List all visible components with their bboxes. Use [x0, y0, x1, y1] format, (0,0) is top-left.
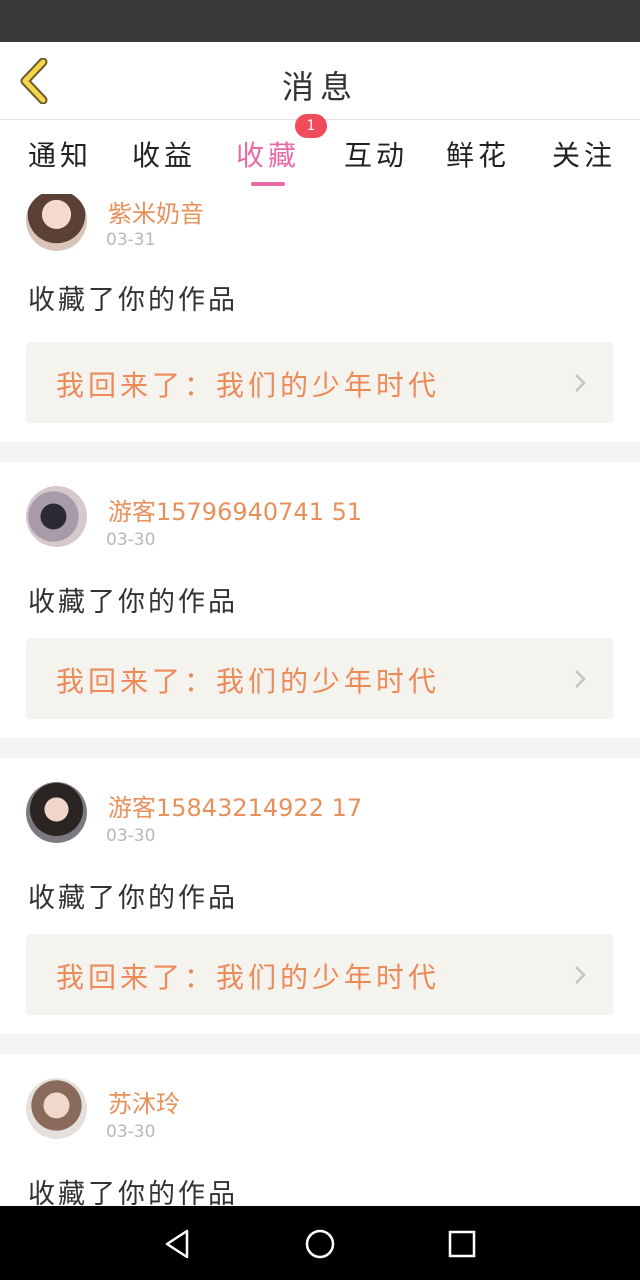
list-item: 游客15843214922 17 03-30 收藏了你的作品 我回来了：我们的少… — [0, 758, 640, 1015]
circle-home-icon — [305, 1229, 335, 1259]
timestamp: 03-31 — [106, 230, 156, 250]
tab-favorites[interactable]: 收藏 — [236, 134, 300, 174]
username[interactable]: 苏沐玲 — [108, 1084, 180, 1119]
work-link[interactable]: 我回来了：我们的少年时代 — [26, 342, 613, 423]
chevron-right-icon — [575, 374, 586, 392]
work-title: 我回来了：我们的少年时代 — [56, 961, 441, 994]
tab-flowers[interactable]: 鲜花 — [446, 134, 510, 174]
timestamp: 03-30 — [106, 826, 156, 846]
work-title: 我回来了：我们的少年时代 — [56, 369, 441, 402]
username[interactable]: 游客15843214922 17 — [108, 788, 362, 823]
divider — [0, 442, 640, 462]
action-text: 收藏了你的作品 — [28, 285, 238, 316]
tab-earnings[interactable]: 收益 — [132, 134, 196, 174]
chevron-right-icon — [575, 966, 586, 984]
work-link[interactable]: 我回来了：我们的少年时代 — [26, 934, 613, 1015]
tab-interactions[interactable]: 互动 — [344, 134, 408, 174]
timestamp: 03-30 — [106, 1122, 156, 1142]
active-tab-indicator — [251, 182, 285, 186]
chevron-right-icon — [575, 670, 586, 688]
triangle-back-icon — [165, 1229, 189, 1259]
home-nav-button[interactable] — [300, 1224, 340, 1264]
page-title: 消息 — [281, 68, 358, 106]
timestamp: 03-30 — [106, 530, 156, 550]
divider — [0, 738, 640, 758]
status-bar — [0, 0, 640, 42]
work-title: 我回来了：我们的少年时代 — [56, 665, 441, 698]
tab-notifications[interactable]: 通知 — [28, 134, 92, 174]
title-bar: 消息 — [0, 42, 640, 120]
system-nav-bar — [0, 1206, 640, 1280]
action-text: 收藏了你的作品 — [28, 883, 238, 914]
back-nav-button[interactable] — [158, 1224, 198, 1264]
square-recents-icon — [448, 1230, 476, 1258]
avatar[interactable] — [26, 1078, 87, 1139]
tab-following[interactable]: 关注 — [552, 134, 616, 174]
favorites-count-badge: 1 — [295, 114, 327, 138]
list-item: 游客15796940741 51 03-30 收藏了你的作品 我回来了：我们的少… — [0, 462, 640, 719]
action-text: 收藏了你的作品 — [28, 587, 238, 618]
username[interactable]: 游客15796940741 51 — [108, 492, 362, 527]
message-list[interactable]: 紫米奶音 03-31 收藏了你的作品 我回来了：我们的少年时代 游客157969… — [0, 194, 640, 1206]
list-item: 苏沐玲 03-30 收藏了你的作品 — [0, 1054, 640, 1206]
list-item: 紫米奶音 03-31 收藏了你的作品 我回来了：我们的少年时代 — [0, 194, 640, 434]
recents-nav-button[interactable] — [442, 1224, 482, 1264]
avatar[interactable] — [26, 194, 87, 251]
username[interactable]: 紫米奶音 — [108, 194, 204, 229]
work-link[interactable]: 我回来了：我们的少年时代 — [26, 638, 613, 719]
divider — [0, 1034, 640, 1054]
avatar[interactable] — [26, 782, 87, 843]
avatar[interactable] — [26, 486, 87, 547]
action-text: 收藏了你的作品 — [28, 1179, 238, 1206]
